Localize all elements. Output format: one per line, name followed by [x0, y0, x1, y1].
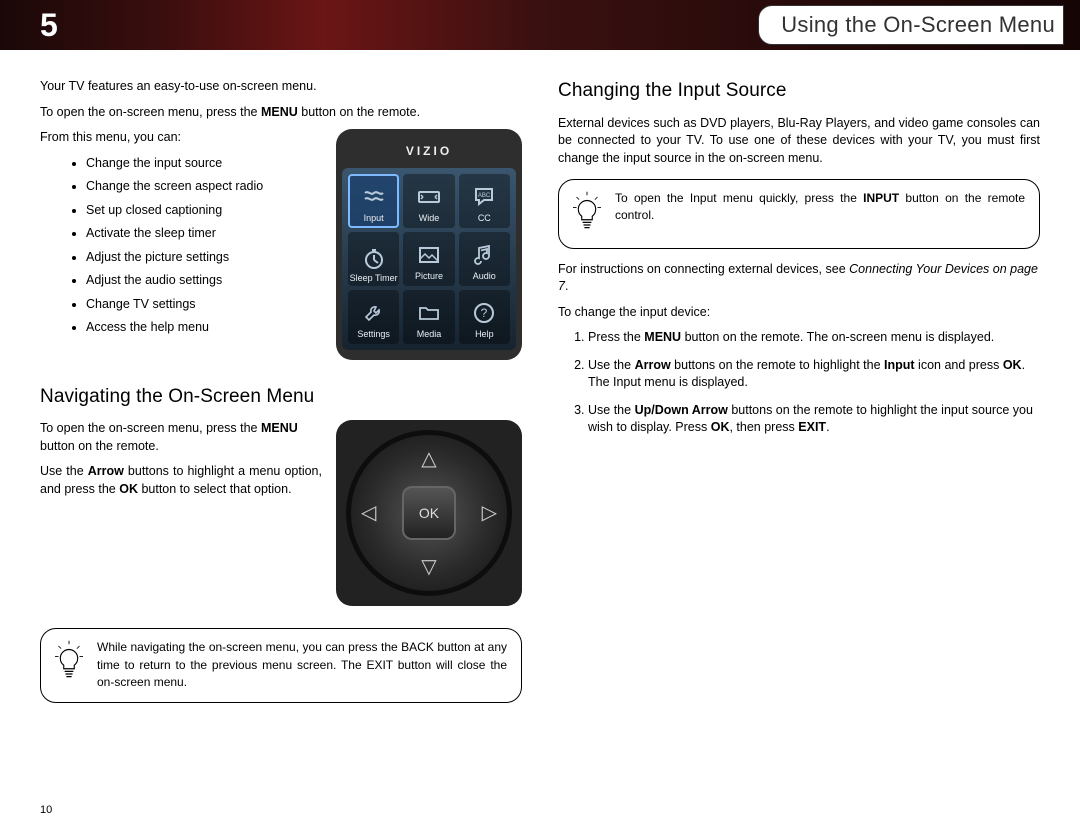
menu-item-help: ? Help — [459, 290, 510, 344]
tv-brand-logo: VIZIO — [342, 137, 516, 168]
menu-item-input: Input — [348, 174, 399, 228]
wrench-icon — [360, 300, 388, 326]
step-3: Use the Up/Down Arrow buttons on the rem… — [588, 402, 1040, 437]
intro-2: To open the on-screen menu, press the ME… — [40, 104, 522, 122]
page-number: 10 — [40, 804, 52, 816]
lightbulb-icon — [569, 190, 605, 238]
tv-menu-figure: VIZIO Input Wide ABC CC — [336, 129, 522, 360]
ok-button-label: OK — [402, 486, 456, 540]
menu-item-cc: ABC CC — [459, 174, 510, 228]
cc-speech-icon: ABC — [470, 184, 498, 210]
menu-item-wide: Wide — [403, 174, 454, 228]
menu-item-picture: Picture — [403, 232, 454, 286]
right-column: Changing the Input Source External devic… — [558, 78, 1040, 703]
tip-box-input: To open the Input menu quickly, press th… — [558, 179, 1040, 249]
picture-frame-icon — [415, 242, 443, 268]
chapter-title: Using the On-Screen Menu — [781, 12, 1055, 38]
nav-heading: Navigating the On-Screen Menu — [40, 384, 522, 411]
menu-item-audio: Audio — [459, 232, 510, 286]
tip-text: While navigating the on-screen menu, you… — [97, 639, 507, 691]
media-folder-icon — [415, 300, 443, 326]
chapter-title-wrap: Using the On-Screen Menu — [758, 0, 1080, 50]
sleep-clock-icon — [360, 246, 388, 272]
input-p1: External devices such as DVD players, Bl… — [558, 115, 1040, 168]
chapter-header: 5 Using the On-Screen Menu — [0, 0, 1080, 50]
input-heading: Changing the Input Source — [558, 78, 1040, 105]
arrow-up-icon: △ — [421, 445, 436, 473]
step-2: Use the Arrow buttons on the remote to h… — [588, 357, 1040, 392]
step-1: Press the MENU button on the remote. The… — [588, 329, 1040, 347]
input-steps: Press the MENU button on the remote. The… — [588, 329, 1040, 437]
lightbulb-icon — [51, 639, 87, 687]
nav-p2: Use the Arrow buttons to highlight a men… — [40, 463, 330, 498]
tip-text: To open the Input menu quickly, press th… — [615, 190, 1025, 225]
svg-text:?: ? — [481, 306, 488, 320]
intro-1: Your TV features an easy-to-use on-scree… — [40, 78, 522, 96]
svg-text:ABC: ABC — [478, 193, 491, 199]
arrow-right-icon: ▷ — [482, 499, 497, 527]
left-column: Your TV features an easy-to-use on-scree… — [40, 78, 522, 703]
menu-item-settings: Settings — [348, 290, 399, 344]
chapter-number: 5 — [0, 7, 58, 44]
menu-item-sleep-timer: Sleep Timer — [348, 232, 399, 286]
menu-item-media: Media — [403, 290, 454, 344]
tip-box-navigation: While navigating the on-screen menu, you… — [40, 628, 522, 702]
help-question-icon: ? — [470, 300, 498, 326]
arrow-left-icon: ◁ — [361, 499, 376, 527]
music-note-icon — [470, 242, 498, 268]
remote-dpad-figure: △ ▽ ◁ ▷ OK — [336, 420, 522, 606]
input-p2: For instructions on connecting external … — [558, 261, 1040, 296]
aspect-wide-icon — [415, 184, 443, 210]
arrow-down-icon: ▽ — [421, 553, 436, 581]
input-p3: To change the input device: — [558, 304, 1040, 322]
input-cable-icon — [360, 184, 388, 210]
